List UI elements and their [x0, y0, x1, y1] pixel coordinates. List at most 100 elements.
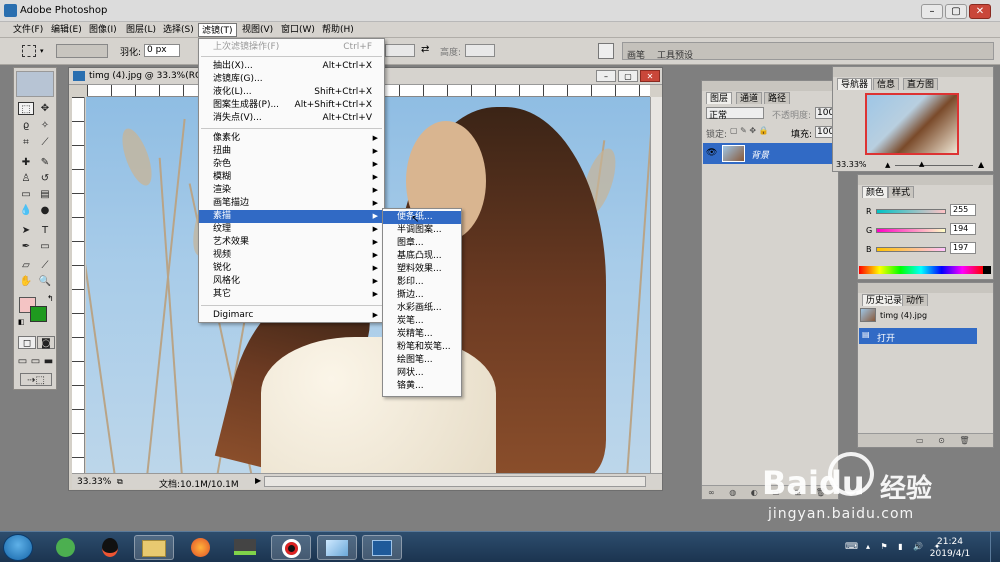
vertical-scrollbar[interactable]	[650, 97, 662, 473]
magic-wand-tool-icon[interactable]: ✧	[37, 119, 53, 132]
menu-item-filter-gallery[interactable]: 滤镜库(G)...	[199, 73, 384, 86]
menu-item-liquify[interactable]: 液化(L)... Shift+Ctrl+X	[199, 86, 384, 99]
healing-brush-tool-icon[interactable]: ✚	[18, 156, 34, 169]
clone-stamp-tool-icon[interactable]: ♙	[18, 172, 34, 185]
slice-tool-icon[interactable]: ⟋	[37, 136, 53, 149]
system-clock[interactable]: 21:24 2019/4/1	[915, 536, 985, 560]
menu-file[interactable]: 文件(F)	[10, 23, 46, 37]
submenu-item-note-paper[interactable]: 便条纸...	[383, 211, 461, 224]
snapshot-name[interactable]: timg (4).jpg	[880, 311, 927, 320]
lasso-tool-icon[interactable]: ϱ	[18, 119, 34, 132]
zoom-out-icon[interactable]: ▲	[885, 161, 890, 169]
menu-item-digimarc[interactable]: Digimarc ▶	[199, 309, 384, 322]
taskbar-app-recorder-icon[interactable]	[271, 535, 311, 560]
submenu-item-conte-crayon[interactable]: 炭精笔...	[383, 328, 461, 341]
history-buttons[interactable]: ▭ ⊙ 🗑	[858, 433, 993, 447]
channel-b-input[interactable]: 197	[950, 242, 976, 254]
eraser-tool-icon[interactable]: ▭	[18, 188, 34, 201]
selection-mode-buttons[interactable]	[56, 44, 108, 58]
taskbar-app-360-icon[interactable]	[45, 535, 85, 560]
menu-filter[interactable]: 滤镜(T)	[198, 23, 237, 37]
rect-marquee-tool-icon[interactable]: ⬚	[18, 102, 34, 115]
submenu-item-chalk-charcoal[interactable]: 粉笔和炭笔...	[383, 341, 461, 354]
show-desktop-button[interactable]	[990, 532, 1000, 562]
screen-mode-menu-icon[interactable]: ▭	[29, 355, 42, 368]
menu-layer[interactable]: 图层(L)	[123, 23, 159, 37]
tab-actions[interactable]: 动作	[902, 294, 929, 306]
channel-r-input[interactable]: 255	[950, 204, 976, 216]
channel-g-input[interactable]: 194	[950, 223, 976, 235]
marquee-tool-icon[interactable]	[22, 45, 36, 57]
menu-view[interactable]: 视图(V)	[239, 23, 276, 37]
minimize-icon[interactable]: –	[921, 4, 943, 19]
tab-styles[interactable]: 样式	[888, 186, 915, 198]
zoom-slider-thumb[interactable]: ▲	[919, 160, 924, 168]
tab-color[interactable]: 颜色	[862, 186, 889, 198]
taskbar-app-paint-icon[interactable]	[317, 535, 357, 560]
menu-item-vanishing-point[interactable]: 消失点(V)... Alt+Ctrl+V	[199, 112, 384, 125]
eye-icon[interactable]: 👁	[706, 148, 717, 158]
navigator-preview[interactable]	[865, 93, 959, 155]
color-ramp[interactable]	[859, 266, 983, 274]
width-input[interactable]	[385, 44, 415, 57]
menu-item-pattern-maker[interactable]: 图案生成器(P)... Alt+Shift+Ctrl+X	[199, 99, 384, 112]
shape-tool-icon[interactable]: ▭	[37, 240, 53, 253]
quick-mask-icon[interactable]: ◙	[37, 336, 55, 349]
tab-histogram[interactable]: 直方图	[903, 78, 939, 90]
menu-image[interactable]: 图像(I)	[86, 23, 120, 37]
menu-item-sketch[interactable]: 素描 ▶	[199, 210, 384, 223]
submenu-item-graphic-pen[interactable]: 绘图笔...	[383, 354, 461, 367]
submenu-item-bas-relief[interactable]: 基底凸现...	[383, 250, 461, 263]
screen-mode-full-icon[interactable]: ▬	[42, 355, 55, 368]
submenu-item-halftone[interactable]: 半调图案...	[383, 224, 461, 237]
lock-icons[interactable]: ▢ ✎ ✥ 🔒	[730, 126, 769, 135]
blend-mode-select[interactable]: 正常	[706, 107, 764, 121]
maximize-icon[interactable]: ▢	[945, 4, 967, 19]
layer-row-background[interactable]: 👁 背景	[703, 143, 838, 164]
gradient-tool-icon[interactable]: ▤	[37, 188, 53, 201]
navigator-zoom[interactable]: 33.33%	[836, 160, 867, 169]
crop-tool-icon[interactable]: ⌗	[18, 136, 34, 149]
doc-maximize-icon[interactable]: ▢	[618, 70, 638, 82]
hand-tool-icon[interactable]: ✋	[18, 275, 34, 288]
screen-mode-standard-icon[interactable]: ▭	[16, 355, 29, 368]
brush-tool-icon[interactable]: ✎	[37, 156, 53, 169]
tab-channels[interactable]: 通道	[736, 92, 763, 104]
photoshop-feather-icon[interactable]	[16, 71, 54, 97]
chevron-down-icon[interactable]: ▾	[40, 47, 44, 55]
doc-close-icon[interactable]: ✕	[640, 70, 660, 82]
taskbar-app-video-icon[interactable]	[225, 535, 265, 560]
submenu-item-torn-edges[interactable]: 撕边...	[383, 289, 461, 302]
type-tool-icon[interactable]: T	[37, 224, 53, 237]
taskbar-app-photoshop-icon[interactable]	[362, 535, 402, 560]
channel-g-slider[interactable]	[876, 228, 946, 233]
well-tab-brushes[interactable]: 画笔	[627, 48, 645, 61]
swap-colors-icon[interactable]: ↰	[47, 294, 54, 303]
taskbar-app-explorer-icon[interactable]	[134, 535, 174, 560]
navigator-zoom-slider[interactable]	[895, 165, 973, 166]
background-color-swatch[interactable]	[30, 306, 47, 322]
menu-window[interactable]: 窗口(W)	[278, 23, 318, 37]
tab-paths[interactable]: 路径	[764, 92, 791, 104]
menu-item-sharpen[interactable]: 锐化 ▶	[199, 262, 384, 275]
submenu-item-photocopy[interactable]: 影印...	[383, 276, 461, 289]
menu-item-other[interactable]: 其它 ▶	[199, 288, 384, 301]
menu-item-brush-strokes[interactable]: 画笔描边 ▶	[199, 197, 384, 210]
horizontal-scrollbar[interactable]	[264, 476, 646, 487]
menu-item-distort[interactable]: 扭曲 ▶	[199, 145, 384, 158]
menu-help[interactable]: 帮助(H)	[319, 23, 357, 37]
swap-icon[interactable]: ⇄	[421, 44, 429, 55]
channel-b-slider[interactable]	[876, 247, 946, 252]
zoom-tool-icon[interactable]: 🔍	[37, 275, 53, 288]
menu-item-texture[interactable]: 纹理 ▶	[199, 223, 384, 236]
eyedropper-tool-icon[interactable]: ⟋	[37, 259, 53, 272]
default-colors-icon[interactable]: ◧	[18, 318, 25, 326]
menu-item-stylize[interactable]: 风格化 ▶	[199, 275, 384, 288]
file-browser-icon[interactable]	[598, 43, 614, 59]
submenu-item-plaster[interactable]: 塑料效果...	[383, 263, 461, 276]
blur-tool-icon[interactable]: 💧	[18, 204, 34, 217]
menu-item-render[interactable]: 渲染 ▶	[199, 184, 384, 197]
channel-r-slider[interactable]	[876, 209, 946, 214]
standard-mode-icon[interactable]: ◻	[18, 336, 36, 349]
taskbar-app-qq-icon[interactable]	[90, 535, 130, 560]
